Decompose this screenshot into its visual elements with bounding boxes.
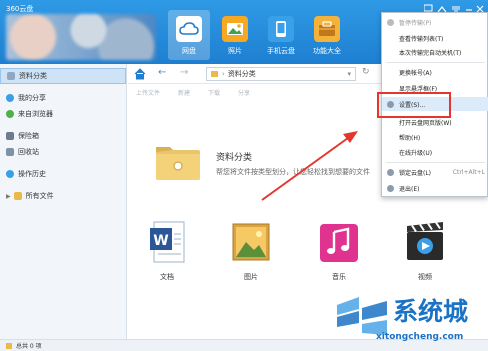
menu-item-transfer-list[interactable]: 查看传输列表(T) xyxy=(382,31,488,45)
menu-item-label: 在线升级(U) xyxy=(399,149,433,157)
watermark-text: 系统城 xyxy=(393,297,469,326)
menu-item-online-upgrade[interactable]: 在线升级(U) xyxy=(382,145,488,159)
menu-item-lock[interactable]: 锁定云盘(L) Ctrl+Alt+L xyxy=(382,165,488,179)
menu-item-label: 退出(E) xyxy=(399,185,420,193)
menu-separator xyxy=(386,162,485,163)
menu-item-label: 帮助(H) xyxy=(399,134,421,142)
menu-item-label: 打开云盘网页版(W) xyxy=(399,119,452,127)
menu-item-shortcut: Ctrl+Alt+L xyxy=(452,168,485,176)
menu-item-pause-transfer[interactable]: 暂停传输(P) xyxy=(382,15,488,29)
lock-icon xyxy=(387,168,394,176)
menu-item-label: 锁定云盘(L) xyxy=(399,169,432,177)
menu-item-switch-account[interactable]: 更换帐号(A) xyxy=(382,65,488,79)
menu-item-label: 更换帐号(A) xyxy=(399,69,432,77)
power-icon xyxy=(387,184,394,192)
menu-item-exit[interactable]: 退出(E) xyxy=(382,181,488,195)
settings-highlight-box xyxy=(377,92,451,118)
menu-item-auto-shutdown[interactable]: 本次传输完自动关机(T) xyxy=(382,45,488,59)
menu-item-label: 本次传输完自动关机(T) xyxy=(399,49,462,57)
menu-item-label: 暂停传输(P) xyxy=(399,19,432,27)
pause-icon xyxy=(387,18,394,26)
menu-item-help[interactable]: 帮助(H) xyxy=(382,130,488,144)
menu-item-label: 查看传输列表(T) xyxy=(399,35,444,43)
menu-separator xyxy=(386,62,485,63)
watermark-url: xitongcheng.com xyxy=(376,332,464,342)
